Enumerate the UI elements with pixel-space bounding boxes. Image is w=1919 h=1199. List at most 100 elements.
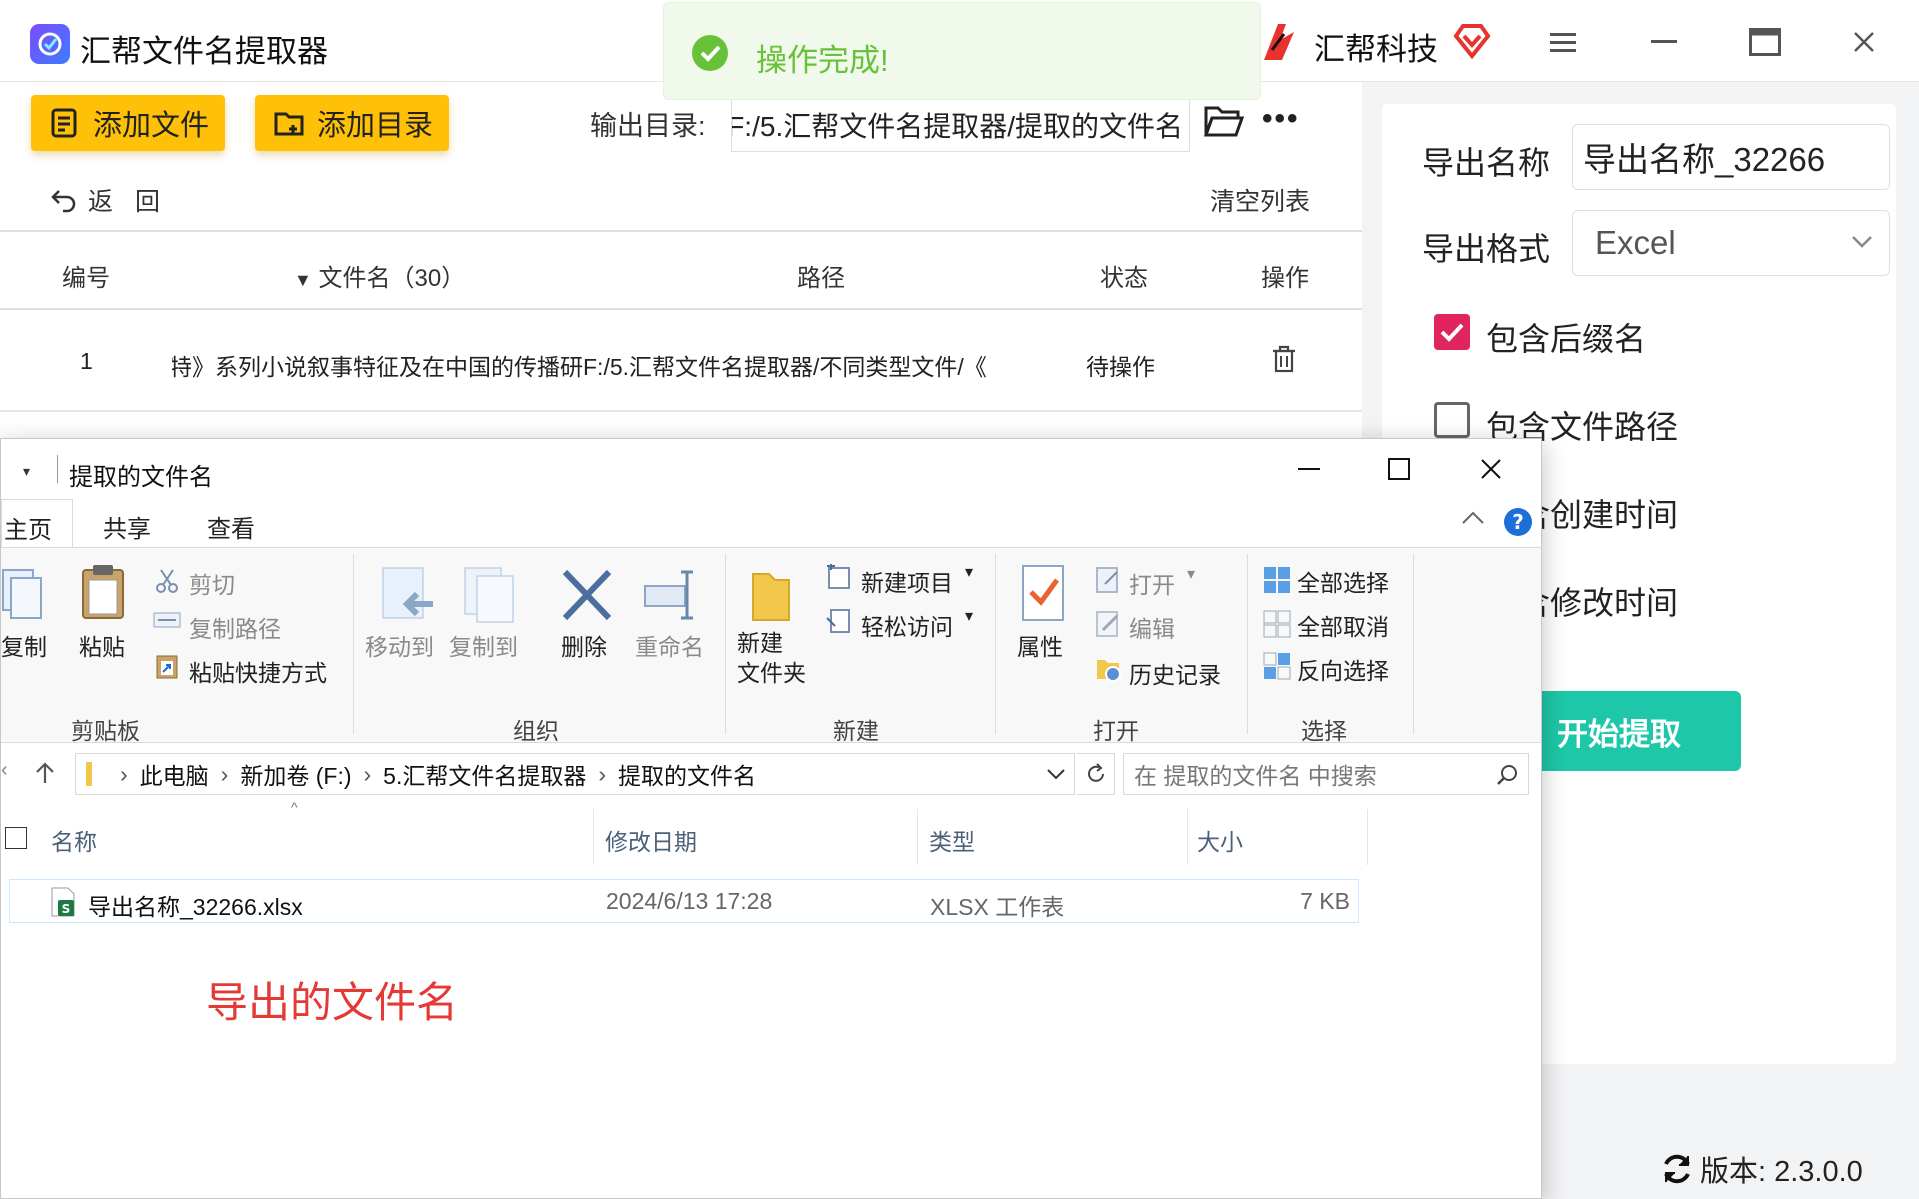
group-clipboard-label: 剪贴板 [71,718,140,744]
menu-icon[interactable] [1542,22,1586,62]
vip-diamond-icon[interactable] [1452,20,1492,65]
paste-shortcut-icon[interactable] [155,652,179,685]
col-filename[interactable]: ▼ 文件名（30） [294,258,465,293]
delete-row-icon[interactable] [1270,344,1298,380]
rename-icon[interactable] [643,568,699,627]
copy-path-icon[interactable] [153,610,181,635]
export-name-input[interactable]: 导出名称_32266 [1572,124,1890,190]
new-folder-icon[interactable] [749,564,793,629]
add-file-icon [51,108,77,138]
delete-icon[interactable] [561,568,613,627]
browse-folder-icon[interactable] [1203,104,1245,143]
add-file-button[interactable]: 添加文件 [31,95,225,151]
move-to-label[interactable]: 移动到 [365,628,434,662]
new-item-dropdown-icon[interactable]: ▾ [965,562,973,582]
breadcrumb-drive[interactable]: 新加卷 (F:) [240,757,351,791]
svg-text:?: ? [1512,510,1524,534]
properties-label[interactable]: 属性 [1017,628,1063,662]
group-organize-label: 组织 [513,718,559,744]
address-bar[interactable]: › 此电脑 › 新加卷 (F:) › 5.汇帮文件名提取器 › 提取的文件名 [75,753,1075,795]
include-path-checkbox[interactable] [1434,402,1470,438]
easy-access-icon[interactable] [825,608,853,641]
search-icon [1497,765,1517,785]
close-icon[interactable] [1842,22,1886,62]
refresh-button[interactable] [1077,753,1115,795]
up-arrow-icon[interactable] [35,761,55,790]
invert-selection-label[interactable]: 反向选择 [1297,652,1389,686]
select-all-label[interactable]: 全部选择 [1297,564,1389,598]
col-name[interactable]: 名称 [51,823,97,857]
breadcrumb-app-folder[interactable]: 5.汇帮文件名提取器 [383,757,586,791]
collapse-ribbon-icon[interactable] [1461,511,1485,530]
history-icon[interactable] [1095,654,1123,687]
properties-icon[interactable] [1021,564,1067,629]
copy-to-icon[interactable] [463,566,517,631]
breadcrumb-separator: › [363,760,372,787]
select-none-label[interactable]: 全部取消 [1297,608,1389,642]
back-nav-icon[interactable]: ‹ [1,759,8,782]
col-index: 编号 [62,265,110,292]
paste-icon[interactable] [79,562,127,627]
cut-label[interactable]: 剪切 [189,566,235,600]
success-toast: 操作完成! [663,2,1261,100]
add-directory-button[interactable]: 添加目录 [255,95,449,151]
paste-label[interactable]: 粘贴 [79,628,125,662]
list-item[interactable]: S 导出名称_32266.xlsx 2024/6/13 17:28 XLSX 工… [9,879,1359,923]
brand-logo-icon [1258,20,1302,69]
paste-shortcut-label[interactable]: 粘贴快捷方式 [189,654,327,688]
table-row[interactable]: 1 《特》系列小说叙事特征及在中国的传播研F:/5.汇帮文件名提取器/不同类型文… [0,312,1362,412]
column-divider [1187,809,1188,865]
col-type[interactable]: 类型 [929,823,975,857]
move-to-icon[interactable] [381,566,435,631]
copy-label[interactable]: 复制 [1,628,47,662]
explorer-maximize-icon[interactable] [1377,451,1421,487]
edit-label[interactable]: 编辑 [1129,610,1175,644]
back-button[interactable]: 返回 [50,182,182,218]
svg-text:S: S [62,902,71,916]
search-input[interactable]: 在 提取的文件名 中搜索 [1123,753,1529,795]
delete-label[interactable]: 删除 [561,628,607,662]
col-size[interactable]: 大小 [1197,823,1243,857]
tab-share[interactable]: 共享 [103,509,151,547]
col-modified[interactable]: 修改日期 [605,823,697,857]
select-all-checkbox[interactable] [5,827,27,849]
explorer-close-icon[interactable] [1469,451,1513,487]
export-format-select[interactable]: Excel [1572,210,1890,276]
rename-label[interactable]: 重命名 [635,628,704,662]
quick-access-dropdown-icon[interactable]: ▾ [23,463,30,480]
minimize-icon[interactable] [1642,22,1686,62]
copy-to-label[interactable]: 复制到 [449,628,518,662]
invert-selection-icon[interactable] [1263,652,1291,685]
cut-icon[interactable] [155,568,179,599]
easy-access-label[interactable]: 轻松访问 [861,608,953,642]
column-divider [593,809,594,865]
include-ext-checkbox[interactable] [1434,314,1470,350]
copy-path-label[interactable]: 复制路径 [189,610,281,644]
history-label[interactable]: 历史记录 [1129,656,1221,690]
help-icon[interactable]: ? [1503,507,1533,542]
refresh-icon [1087,763,1104,782]
open-label[interactable]: 打开 [1129,566,1175,600]
easy-access-dropdown-icon[interactable]: ▾ [965,606,973,626]
breadcrumb-this-pc[interactable]: 此电脑 [140,757,209,791]
tab-home[interactable]: 主页 [1,499,73,547]
new-folder-label[interactable]: 新建 文件夹 [737,628,806,688]
address-history-chevron-icon[interactable] [1046,768,1066,782]
breadcrumb-current[interactable]: 提取的文件名 [618,757,756,791]
edit-icon[interactable] [1095,610,1123,643]
explorer-title: 提取的文件名 [69,464,213,491]
explorer-minimize-icon[interactable] [1287,451,1331,487]
clear-list-button[interactable]: 清空列表 [1210,182,1310,218]
new-item-label[interactable]: 新建项目 [861,564,953,598]
app-title: 汇帮文件名提取器 [80,34,328,69]
back-label: 返回 [88,188,183,216]
select-all-icon[interactable] [1263,566,1291,599]
open-dropdown-icon[interactable]: ▾ [1187,564,1195,584]
select-none-icon[interactable] [1263,610,1291,643]
tab-view[interactable]: 查看 [207,509,255,547]
open-icon[interactable] [1095,566,1123,599]
copy-icon[interactable] [1,566,45,627]
new-item-icon[interactable] [825,562,853,597]
maximize-icon[interactable] [1743,22,1787,62]
more-options-icon[interactable]: ••• [1262,102,1300,136]
